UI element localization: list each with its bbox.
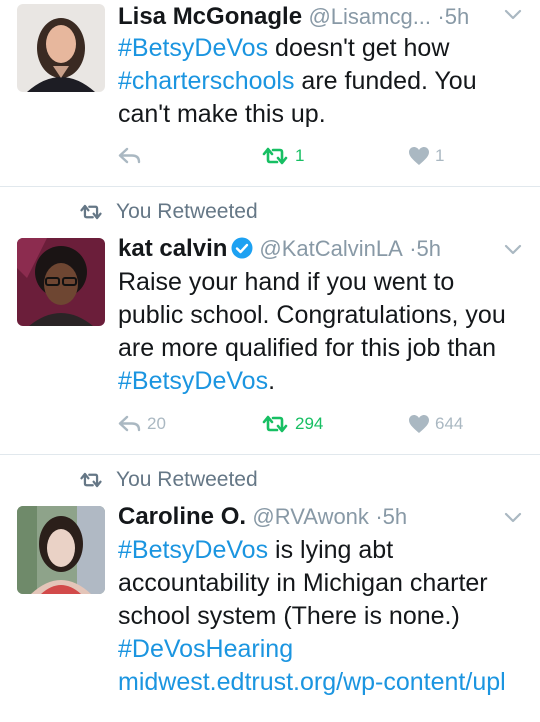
separator-dot: · [409, 236, 417, 261]
tweet-actions: 20 294 644 [118, 414, 523, 440]
retweet-context: You Retweeted [78, 466, 258, 494]
tweet-text-segment: doesn't get how [268, 34, 450, 62]
tweet-header: kat calvin @KatCalvinLA ·5h [118, 232, 522, 264]
reply-icon [118, 147, 141, 164]
retweet-count: 1 [295, 146, 305, 165]
hashtag-link[interactable]: #BetsyDeVos [118, 536, 268, 564]
reply-icon [118, 415, 141, 432]
tweet-text-segment: Raise your hand if you went to public sc… [118, 268, 506, 362]
tweet-actions: 1 1 [118, 146, 523, 172]
avatar[interactable] [17, 238, 105, 326]
retweet-icon [80, 204, 102, 220]
hashtag-link[interactable]: #charterschools [118, 67, 294, 95]
chevron-down-icon[interactable] [504, 243, 522, 257]
avatar[interactable] [17, 506, 105, 594]
reply-count: 20 [147, 414, 166, 433]
tweet-header: Lisa McGonagle @Lisamcg... ·5h [118, 0, 522, 32]
display-name[interactable]: kat calvin [118, 235, 227, 262]
user-handle[interactable]: @KatCalvinLA [259, 236, 402, 261]
retweet-icon [262, 415, 288, 433]
like-count: 644 [435, 414, 464, 433]
timestamp[interactable]: 5h [417, 236, 441, 261]
heart-icon [409, 147, 429, 165]
like-button[interactable]: 644 [408, 414, 463, 434]
hashtag-link[interactable]: #DeVosHearing [118, 635, 293, 663]
display-name[interactable]: Lisa McGonagle [118, 3, 302, 30]
reply-button[interactable]: 20 [118, 414, 166, 434]
separator-dot: · [437, 4, 445, 29]
tweet-card[interactable]: You Retweeted Caroline O. @RVAwonk ·5h #… [0, 455, 540, 722]
retweet-icon [262, 147, 288, 165]
tweet-text-segment: . [268, 367, 276, 395]
timestamp[interactable]: 5h [383, 504, 407, 529]
tweet-header: Caroline O. @RVAwonk ·5h [118, 500, 522, 532]
hashtag-link[interactable]: #BetsyDeVos [118, 367, 268, 395]
hashtag-link[interactable]: #BetsyDeVos [118, 34, 268, 62]
retweet-context-label: You Retweeted [116, 200, 258, 223]
tweet-card[interactable]: Lisa McGonagle @Lisamcg... ·5h #BetsyDeV… [0, 0, 540, 186]
tweet-text: #BetsyDeVos is lying abt accountability … [118, 534, 523, 699]
like-count: 1 [435, 146, 445, 165]
retweet-icon [80, 472, 102, 488]
retweet-context-label: You Retweeted [116, 468, 258, 491]
heart-icon [409, 415, 429, 433]
like-button[interactable]: 1 [408, 146, 444, 166]
user-handle[interactable]: @Lisamcg... [308, 4, 431, 29]
retweet-button[interactable]: 294 [260, 414, 323, 434]
chevron-down-icon[interactable] [504, 511, 522, 525]
reply-button[interactable] [118, 146, 147, 166]
tweet-text: #BetsyDeVos doesn't get how #charterscho… [118, 32, 523, 131]
retweet-button[interactable]: 1 [260, 146, 304, 166]
separator-dot: · [375, 504, 383, 529]
user-handle[interactable]: @RVAwonk [252, 504, 369, 529]
retweet-context: You Retweeted [78, 198, 258, 226]
url-link[interactable]: midwest.edtrust.org/wp-content/upl [118, 668, 506, 696]
avatar[interactable] [17, 4, 105, 92]
tweet-text: Raise your hand if you went to public sc… [118, 266, 523, 398]
display-name[interactable]: Caroline O. [118, 503, 246, 530]
tweet-card[interactable]: You Retweeted kat calvin @KatCalvinLA ·5h… [0, 187, 540, 454]
retweet-count: 294 [295, 414, 324, 433]
chevron-down-icon[interactable] [504, 8, 522, 22]
timestamp[interactable]: 5h [445, 4, 469, 29]
verified-badge-icon [231, 237, 253, 259]
